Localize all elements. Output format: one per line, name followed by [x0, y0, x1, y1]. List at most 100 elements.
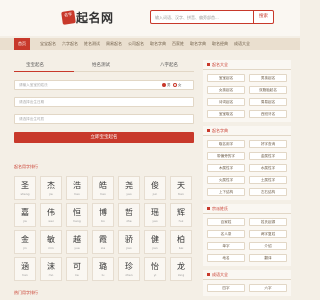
char-glyph: 越: [73, 235, 81, 244]
char-cell[interactable]: 俊 jun: [144, 176, 166, 200]
sidebar-box-idioms: 成语大全 四字 六字: [203, 270, 291, 296]
sidebar-link[interactable]: 水属性字: [249, 164, 287, 172]
char-cell[interactable]: 浩 hao: [66, 176, 88, 200]
gender-select: 男 女: [162, 83, 181, 88]
char-cell[interactable]: 越 yue: [66, 230, 88, 254]
sidebar-link[interactable]: 单字: [207, 242, 245, 250]
sidebar-link[interactable]: 土属性字: [249, 176, 287, 184]
char-cell[interactable]: 恒 heng: [66, 203, 88, 227]
tab-name-test[interactable]: 姓名测试: [92, 62, 110, 68]
sidebar-link[interactable]: 姓氏起源: [249, 218, 287, 226]
char-glyph: 珍: [125, 262, 133, 271]
tab-bazi-naming[interactable]: 八字起名: [160, 62, 178, 68]
sidebar-link[interactable]: 左右结构: [249, 188, 287, 196]
logo-seal[interactable]: 名字: [61, 10, 76, 25]
sidebar-link[interactable]: 名人录: [207, 230, 245, 238]
sidebar-link[interactable]: 西班牙名: [249, 110, 287, 118]
birthtime-input[interactable]: 请选择出生时辰: [14, 114, 194, 124]
char-glyph: 健: [151, 235, 159, 244]
char-cell[interactable]: 嘉 jia: [14, 203, 36, 227]
nav-item[interactable]: 取名字典: [190, 38, 206, 50]
male-radio[interactable]: [162, 83, 166, 87]
sidebar-link[interactable]: 金属性字: [249, 152, 287, 160]
char-pinyin: long: [177, 273, 185, 277]
sidebar-header: 宗派姓氏: [203, 204, 291, 214]
sidebar-link[interactable]: 地名: [207, 254, 245, 262]
char-cell[interactable]: 璐 lu: [92, 257, 114, 281]
female-label: 女: [177, 83, 182, 87]
char-pinyin: heng: [73, 219, 81, 223]
sidebar-link[interactable]: 两字复姓: [249, 230, 287, 238]
char-cell[interactable]: 龙 long: [170, 257, 192, 281]
nav-item[interactable]: 取名字典: [150, 38, 166, 50]
nav-item[interactable]: 宝宝起名: [40, 38, 56, 50]
nav-item-home[interactable]: 首页: [14, 38, 30, 50]
sidebar-link[interactable]: 女孩起名: [207, 86, 245, 94]
char-cell[interactable]: 敏 min: [40, 230, 62, 254]
sidebar-link[interactable]: 四字: [207, 284, 245, 292]
nav-item[interactable]: 公司起名: [128, 38, 144, 50]
char-cell[interactable]: 天 tian: [170, 176, 192, 200]
sidebar-link[interactable]: 火属性字: [207, 176, 245, 184]
sidebar-link[interactable]: 翻译: [249, 254, 287, 262]
char-cell[interactable]: 尧 yao: [118, 176, 140, 200]
nav-item[interactable]: 六字起名: [62, 38, 78, 50]
sidebar-link[interactable]: 六字: [249, 284, 287, 292]
nav-item[interactable]: 周易起名: [106, 38, 122, 50]
char-cell[interactable]: 瑶 yao: [144, 203, 166, 227]
site-logo[interactable]: 起名网: [76, 9, 114, 26]
search-input[interactable]: 输入词语、汉字、拼音、偏旁部首...: [150, 10, 254, 24]
submit-naming-button[interactable]: 立即宝宝起名: [14, 132, 194, 143]
char-cell[interactable]: 金 jin: [14, 230, 36, 254]
char-pinyin: hao: [74, 192, 80, 196]
birthday-input[interactable]: 请选择出生日期: [14, 97, 194, 107]
char-cell[interactable]: 博 bo: [92, 203, 114, 227]
tab-baby-naming[interactable]: 宝宝起名: [26, 62, 44, 68]
char-pinyin: han: [22, 273, 28, 277]
sidebar-link[interactable]: 宝宝取名: [207, 110, 245, 118]
char-cell[interactable]: 辉 hui: [170, 203, 192, 227]
char-pinyin: wei: [48, 219, 54, 223]
sidebar-link[interactable]: 带偏旁的字: [207, 152, 245, 160]
char-cell[interactable]: 柏 bai: [170, 230, 192, 254]
sidebar-link[interactable]: 取名用字: [207, 140, 245, 148]
char-cell[interactable]: 可 ke: [66, 257, 88, 281]
sidebar-link[interactable]: 男孩起名: [249, 74, 287, 82]
sidebar-link[interactable]: 上下结构: [207, 188, 245, 196]
char-cell[interactable]: 珍 zhen: [118, 257, 140, 281]
nav-item[interactable]: 取名经典: [212, 38, 228, 50]
char-cell[interactable]: 杰 jie: [40, 176, 62, 200]
sidebar-link[interactable]: 介绍: [249, 242, 287, 250]
char-cell[interactable]: 涵 han: [14, 257, 36, 281]
sidebar-link[interactable]: 诗词起名: [207, 98, 245, 106]
female-radio[interactable]: [172, 83, 177, 87]
char-pinyin: jiao: [126, 246, 132, 250]
char-glyph: 怡: [151, 262, 159, 271]
nav-item[interactable]: 姓名测试: [84, 38, 100, 50]
nav-item[interactable]: 百家姓: [172, 38, 184, 50]
nav-item[interactable]: 成语大全: [234, 38, 250, 50]
char-pinyin: xia: [100, 246, 106, 250]
char-glyph: 皓: [99, 181, 107, 190]
char-cell[interactable]: 骄 jiao: [118, 230, 140, 254]
char-cell[interactable]: 沫 mo: [40, 257, 62, 281]
char-cell[interactable]: 健 jian: [144, 230, 166, 254]
sidebar-link[interactable]: 周易起名: [249, 98, 287, 106]
sidebar-link[interactable]: 双胞胎起名: [249, 86, 287, 94]
char-cell[interactable]: 皓 hao: [92, 176, 114, 200]
char-cell[interactable]: 霞 xia: [92, 230, 114, 254]
char-pinyin: zhen: [125, 273, 133, 277]
search-button[interactable]: 搜索: [254, 10, 274, 24]
char-cell[interactable]: 怡 yi: [144, 257, 166, 281]
sidebar-link[interactable]: 好字查询: [249, 140, 287, 148]
char-glyph: 伟: [47, 208, 55, 217]
char-cell[interactable]: 哲 zhe: [118, 203, 140, 227]
char-glyph: 涵: [21, 262, 29, 271]
sidebar-link[interactable]: 百家姓: [207, 218, 245, 226]
sidebar-link[interactable]: 宝宝起名: [207, 74, 245, 82]
char-cell[interactable]: 伟 wei: [40, 203, 62, 227]
char-cell[interactable]: 圣 sheng: [14, 176, 36, 200]
char-glyph: 博: [99, 208, 107, 217]
sidebar-link[interactable]: 木属性字: [207, 164, 245, 172]
bullet-icon: [207, 207, 210, 210]
